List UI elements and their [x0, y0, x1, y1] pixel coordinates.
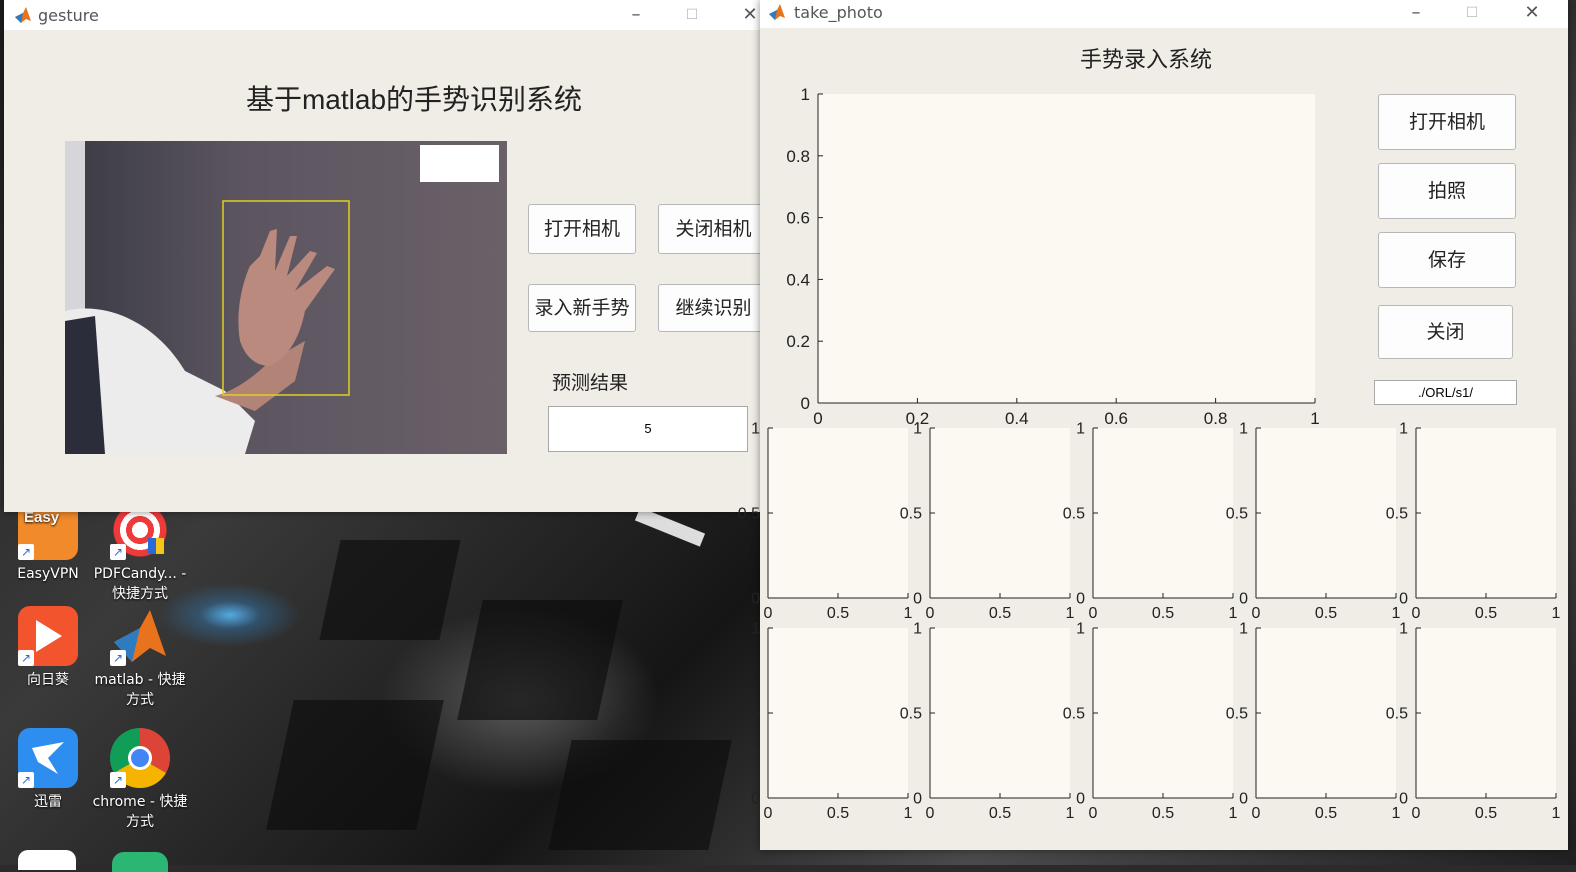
- desktop-icon-label: PDFCandy... - 快捷方式: [93, 566, 187, 602]
- take-photo-window: take_photo – ☐ ✕ 手势录入系统 打开相机 拍照 保存 关闭 ./…: [760, 0, 1568, 850]
- minimize-button[interactable]: –: [616, 2, 656, 28]
- thunder-icon: ↗: [18, 728, 78, 788]
- open-camera-button[interactable]: 打开相机: [528, 204, 636, 254]
- shortcut-arrow-icon: ↗: [18, 650, 34, 666]
- gesture-window: gesture – ☐ ✕ 基于matlab的手势识别系统 打开相机 关闭相机 …: [4, 0, 768, 512]
- matlab-icon: ↗: [110, 606, 170, 666]
- desktop-icon-partial[interactable]: [18, 850, 76, 870]
- record-new-gesture-button[interactable]: 录入新手势: [528, 284, 636, 332]
- window-title: take_photo: [794, 3, 883, 22]
- shortcut-arrow-icon: ↗: [110, 772, 126, 788]
- desktop-icon-label: matlab - 快捷方式: [94, 672, 186, 708]
- page-title: 手势录入系统: [1079, 48, 1212, 73]
- desktop-icon-pdfcandy[interactable]: ↗ PDFCandy... - 快捷方式: [92, 500, 188, 604]
- camera-frame-image: [65, 141, 499, 454]
- shield-icon: [148, 538, 164, 554]
- maximize-button[interactable]: ☐: [672, 2, 712, 28]
- desktop-icon-sunflower[interactable]: ↗ 向日葵: [0, 606, 96, 690]
- close-window-button[interactable]: ✕: [1512, 0, 1552, 26]
- window-title: gesture: [38, 6, 99, 25]
- wallpaper-shape: [266, 700, 444, 830]
- wallpaper-shape: [548, 740, 732, 850]
- shortcut-arrow-icon: ↗: [18, 544, 34, 560]
- wallpaper-shape: [457, 600, 623, 720]
- close-camera-button[interactable]: 关闭相机: [658, 204, 768, 254]
- wallpaper-shape: [319, 540, 461, 640]
- shortcut-arrow-icon: ↗: [110, 544, 126, 560]
- prediction-result-field: 5: [548, 406, 748, 452]
- desktop-icon-label: 向日葵: [27, 672, 69, 688]
- matlab-logo-icon: [769, 4, 785, 20]
- desktop-icon-chrome[interactable]: ↗ chrome - 快捷方式: [92, 728, 188, 832]
- continue-recognition-button[interactable]: 继续识别: [658, 284, 768, 332]
- desktop-icon-easyvpn[interactable]: Easy ↗ EasyVPN: [0, 500, 96, 584]
- title-bar: take_photo – ☐ ✕: [760, 0, 1568, 28]
- close-button[interactable]: 关闭: [1378, 305, 1513, 359]
- desktop-icon-label: chrome - 快捷方式: [92, 794, 188, 830]
- open-camera-button[interactable]: 打开相机: [1378, 94, 1516, 150]
- matlab-logo-icon: [15, 7, 31, 23]
- wallpaper-highlight: [634, 507, 706, 547]
- sunflower-icon: ↗: [18, 606, 78, 666]
- save-path-field[interactable]: ./ORL/s1/: [1374, 380, 1517, 405]
- shortcut-arrow-icon: ↗: [18, 772, 34, 788]
- desktop-icon-thunder[interactable]: ↗ 迅雷: [0, 728, 96, 812]
- chrome-icon: ↗: [110, 728, 170, 788]
- take-photo-button[interactable]: 拍照: [1378, 163, 1516, 219]
- minimize-button[interactable]: –: [1396, 0, 1436, 26]
- desktop-icon-label: 迅雷: [34, 794, 62, 810]
- page-title: 基于matlab的手势识别系统: [245, 84, 583, 115]
- save-button[interactable]: 保存: [1378, 232, 1516, 288]
- desktop-icon-partial[interactable]: [112, 852, 168, 872]
- desktop-icon-label: EasyVPN: [17, 566, 79, 582]
- camera-view: [65, 141, 507, 454]
- title-bar: gesture – ☐ ✕: [4, 0, 764, 30]
- shortcut-arrow-icon: ↗: [110, 650, 126, 666]
- desktop-icon-matlab[interactable]: ↗ matlab - 快捷方式: [92, 606, 188, 710]
- prediction-label: 预测结果: [552, 372, 629, 394]
- maximize-button[interactable]: ☐: [1452, 0, 1492, 26]
